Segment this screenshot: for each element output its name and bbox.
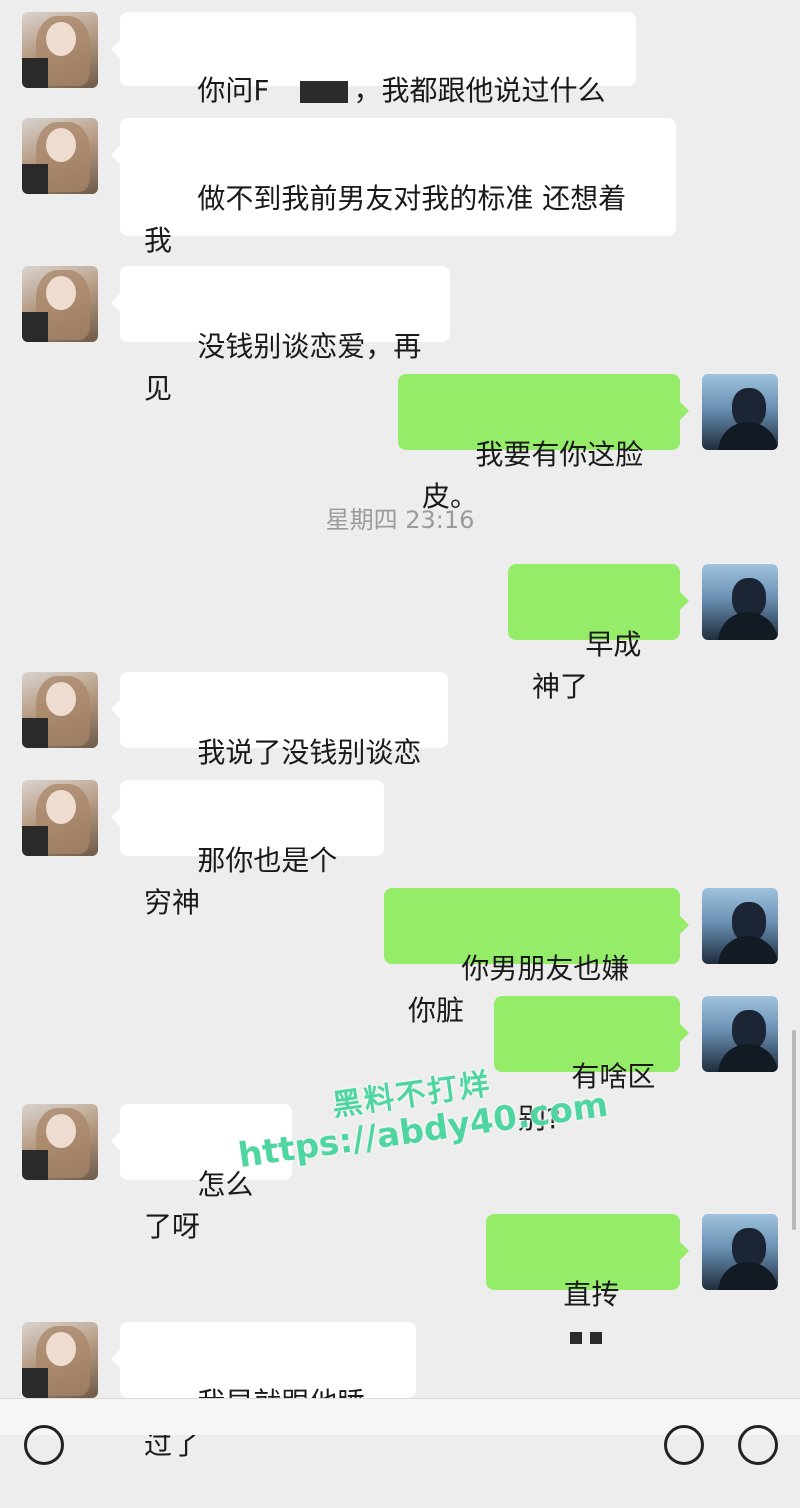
contact-avatar[interactable]: [22, 266, 98, 342]
user-avatar[interactable]: [702, 1214, 778, 1290]
message-text: 那你也是个穷神: [144, 844, 338, 919]
voice-icon[interactable]: [24, 1425, 64, 1465]
user-avatar[interactable]: [702, 564, 778, 640]
message-text: 早成神了: [532, 628, 642, 703]
user-avatar[interactable]: [702, 888, 778, 964]
received-message[interactable]: 那你也是个穷神: [111, 780, 384, 919]
received-message[interactable]: 没钱别谈恋爱，再见: [111, 266, 450, 405]
add-icon[interactable]: [738, 1425, 778, 1465]
contact-avatar[interactable]: [22, 1104, 98, 1180]
user-avatar[interactable]: [702, 374, 778, 450]
contact-avatar[interactable]: [22, 672, 98, 748]
message-text: ，我都跟他说过什么: [353, 74, 606, 107]
contact-avatar[interactable]: [22, 780, 98, 856]
input-toolbar: [0, 1398, 800, 1465]
sent-message[interactable]: 你男朋友也嫌你脏: [384, 888, 689, 1027]
message-text: 怎么了呀: [144, 1168, 254, 1243]
redacted-mark: [299, 81, 348, 103]
sent-message[interactable]: 早成神了: [508, 564, 689, 703]
received-message[interactable]: 你问F ，我都跟他说过什么: [111, 12, 636, 107]
message-text: 直抟: [563, 1278, 620, 1311]
scrollbar[interactable]: [792, 1030, 796, 1230]
message-text: 没钱别谈恋爱，再见: [144, 330, 422, 405]
redacted-mark: [570, 1332, 582, 1344]
redacted-mark: [590, 1332, 602, 1344]
contact-avatar[interactable]: [22, 1322, 98, 1398]
sent-message[interactable]: 直抟: [486, 1214, 689, 1344]
chat-timestamp: 星期四 23:16: [325, 506, 475, 534]
chat-area: 你问F ，我都跟他说过什么 做不到我前男友对我的标准 还想着我 爱你，你想啥呢 没…: [0, 0, 800, 1465]
received-message[interactable]: 我早就跟他睡过了: [111, 1322, 416, 1461]
contact-avatar[interactable]: [22, 118, 98, 194]
message-text: 你问F: [197, 74, 270, 107]
user-avatar[interactable]: [702, 996, 778, 1072]
received-message[interactable]: 我说了没钱别谈恋爱: [111, 672, 448, 811]
received-message[interactable]: 做不到我前男友对我的标准 还想着我 爱你，你想啥呢: [111, 118, 676, 299]
emoji-icon[interactable]: [664, 1425, 704, 1465]
contact-avatar[interactable]: [22, 12, 98, 88]
sent-message[interactable]: 我要有你这脸皮。: [398, 374, 689, 513]
